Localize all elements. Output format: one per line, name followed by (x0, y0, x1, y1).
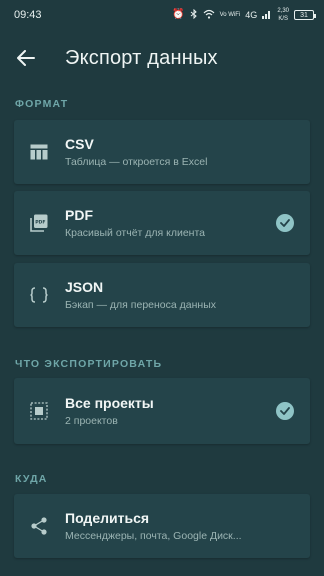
format-name: PDF (65, 207, 93, 223)
format-name: JSON (65, 279, 104, 295)
section-format-label: ФОРМАТ (15, 98, 69, 110)
net-speed: 2,30 K/S (277, 7, 289, 23)
vowifi-label: Vo WiFi (219, 12, 241, 18)
destination-name: Поделиться (65, 510, 150, 526)
status-bar: 09:43 ⏰ Vo WiFi 4G 2,30 K/S 31 (0, 0, 324, 30)
format-name: CSV (65, 136, 94, 152)
export-screen: 09:43 ⏰ Vo WiFi 4G 2,30 K/S 31 Экспорт д… (0, 0, 324, 576)
status-time: 09:43 (14, 9, 42, 21)
net-speed-value: 2,30 (277, 8, 289, 14)
bluetooth-icon (190, 8, 198, 22)
share-icon (30, 517, 48, 535)
back-button[interactable] (14, 46, 38, 70)
check-circle-icon (276, 214, 294, 232)
table-icon (30, 143, 48, 161)
battery-level: 31 (300, 11, 308, 19)
section-destination-label: КУДА (15, 473, 48, 485)
signal-icon (262, 9, 272, 22)
braces-icon (30, 286, 48, 304)
format-option-pdf[interactable]: PDF PDF Красивый отчёт для клиента (14, 191, 310, 255)
select-all-icon (30, 402, 48, 420)
wifi-status-icon (203, 9, 215, 22)
net-speed-unit: K/S (278, 16, 288, 22)
scope-name: Все проекты (65, 395, 154, 411)
format-option-csv[interactable]: CSV Таблица — откроется в Excel (14, 120, 310, 184)
section-scope-label: ЧТО ЭКСПОРТИРОВАТЬ (15, 358, 163, 370)
battery-icon: 31 (294, 10, 316, 20)
format-description: Бэкап — для переноса данных (65, 299, 216, 311)
page-title: Экспорт данных (65, 46, 218, 69)
pdf-icon: PDF (30, 214, 48, 232)
alarm-icon: ⏰ (172, 9, 185, 20)
app-bar: Экспорт данных (0, 30, 324, 86)
scope-description: 2 проектов (65, 415, 118, 427)
check-circle-icon (276, 402, 294, 420)
network-type-label: 4G (245, 10, 258, 20)
format-option-json[interactable]: JSON Бэкап — для переноса данных (14, 263, 310, 327)
destination-option-share[interactable]: Поделиться Мессенджеры, почта, Google Ди… (14, 494, 310, 558)
scope-option-all-projects[interactable]: Все проекты 2 проектов (14, 378, 310, 444)
status-icons: ⏰ Vo WiFi 4G 2,30 K/S 31 (172, 7, 316, 23)
format-description: Таблица — откроется в Excel (65, 156, 208, 168)
svg-text:PDF: PDF (35, 220, 45, 226)
destination-description: Мессенджеры, почта, Google Диск... (65, 530, 242, 542)
arrow-left-icon (17, 50, 35, 66)
format-description: Красивый отчёт для клиента (65, 227, 206, 239)
